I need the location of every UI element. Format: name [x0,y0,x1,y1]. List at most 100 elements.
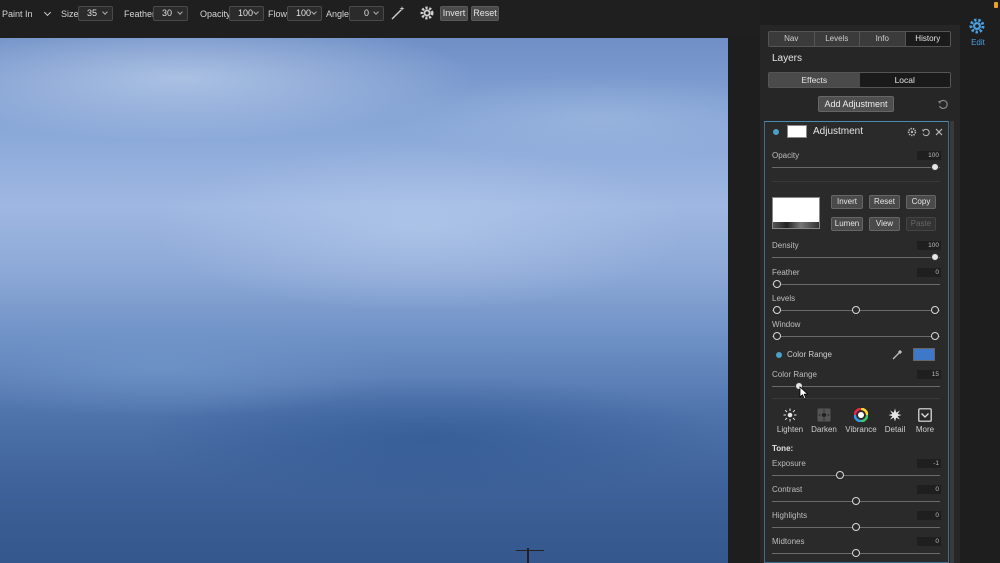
highlights-slider-handle[interactable] [852,523,860,531]
tab-history[interactable]: History [905,32,950,46]
feather-slider-handle[interactable] [773,280,781,288]
panel-tabs: Nav Levels Info History [768,31,951,47]
levels-white-handle[interactable] [931,306,939,314]
opacity-slider-track[interactable] [772,167,940,168]
notification-indicator [994,2,998,8]
color-wheel-icon [854,408,868,422]
eyedropper-icon[interactable] [891,349,903,361]
tab-nav[interactable]: Nav [769,32,815,46]
divider [772,398,940,399]
brush-wand-icon[interactable] [389,4,407,22]
sun-icon [783,408,797,422]
close-icon[interactable] [934,127,944,137]
chevron-down-icon [253,9,259,15]
mode-more[interactable]: More [908,408,942,434]
tab-levels[interactable]: Levels [814,32,860,46]
mode-more-label: More [915,425,935,434]
opacity-input[interactable]: 100 [229,6,264,21]
gear-icon[interactable] [907,127,917,137]
adjustment-layer: Adjustment Opacity 100 Invert Reset Copy… [764,121,949,563]
opacity-slider-value[interactable]: 100 [917,151,941,160]
angle-label: Angle [326,9,350,19]
size-value: 35 [87,8,98,18]
feather-input[interactable]: 30 [153,6,188,21]
chevron-down-icon [311,9,317,15]
mask-copy-button[interactable]: Copy [906,195,936,209]
image-canvas[interactable] [0,38,728,563]
flow-input[interactable]: 100 [287,6,322,21]
opacity-label: Opacity [200,9,231,19]
exposure-slider-handle[interactable] [836,471,844,479]
mask-reset-button[interactable]: Reset [869,195,900,209]
mask-paste-button[interactable]: Paste [906,217,936,231]
contrast-slider-handle[interactable] [852,497,860,505]
angle-value: 0 [364,8,370,18]
mode-lighten-label: Lighten [776,425,804,434]
color-range-swatch[interactable] [913,348,935,361]
mode-lighten[interactable]: Lighten [773,408,807,434]
angle-input[interactable]: 0 [349,6,384,21]
reset-button[interactable]: Reset [471,6,499,21]
opacity-slider-label: Opacity [772,151,800,160]
divider [772,181,940,182]
edit-gear-icon[interactable] [968,17,986,35]
levels-black-handle[interactable] [773,306,781,314]
size-input[interactable]: 35 [78,6,113,21]
mask-lumen-button[interactable]: Lumen [831,217,863,231]
contrast-value[interactable]: 0 [917,485,941,494]
gear-icon[interactable] [418,4,436,22]
add-adjustment-button[interactable]: Add Adjustment [818,96,894,112]
density-slider-handle[interactable] [931,253,939,261]
window-high-handle[interactable] [931,332,939,340]
segment-effects[interactable]: Effects [769,73,860,87]
midtones-value[interactable]: 0 [917,537,941,546]
feather-slider-value[interactable]: 0 [917,268,941,277]
chevron-down-icon [373,9,379,15]
chevron-down-icon [177,9,183,15]
window-low-handle[interactable] [773,332,781,340]
flow-label: Flow [268,9,288,19]
levels-mid-handle[interactable] [852,306,860,314]
density-value[interactable]: 100 [917,241,941,250]
starburst-icon [888,408,902,422]
tab-info[interactable]: Info [860,32,906,46]
brush-mode-label: Paint In [2,9,33,19]
layers-panel: Nav Levels Info History Layers Effects L… [760,25,960,563]
opacity-value: 100 [238,8,254,18]
opacity-slider-handle[interactable] [931,163,939,171]
highlights-value[interactable]: 0 [917,511,941,520]
feather-slider-track[interactable] [772,284,940,285]
mask-thumbnail[interactable] [772,197,820,229]
density-label: Density [772,241,799,250]
segment-local[interactable]: Local [859,73,950,87]
mask-invert-button[interactable]: Invert [831,195,863,209]
color-range-slider-value[interactable]: 15 [917,370,941,379]
mode-vibrance[interactable]: Vibrance [844,408,878,434]
exposure-label: Exposure [772,459,806,468]
panel-scrollbar[interactable] [950,121,954,563]
levels-label: Levels [772,294,796,303]
midtones-slider-handle[interactable] [852,549,860,557]
mode-darken[interactable]: Darken [807,408,841,434]
layer-name: Adjustment [813,126,864,137]
midtones-label: Midtones [772,537,805,546]
invert-button[interactable]: Invert [440,6,468,21]
tone-section-title: Tone: [772,444,794,453]
density-slider-track[interactable] [772,257,940,258]
exposure-value[interactable]: -1 [917,459,941,468]
edit-label[interactable]: Edit [968,38,988,47]
window-slider-track[interactable] [772,336,940,337]
undo-icon[interactable] [937,98,949,110]
color-range-toggle[interactable] [776,352,782,358]
layer-visibility-toggle[interactable] [773,129,779,135]
mode-detail-label: Detail [884,425,906,434]
layer-thumbnail [787,125,807,138]
mask-view-button[interactable]: View [869,217,900,231]
exposure-slider-track[interactable] [772,475,940,476]
size-label: Size [61,9,79,19]
brush-mode-select[interactable]: Paint In [2,7,51,21]
contrast-label: Contrast [772,485,803,494]
more-box-icon [918,408,932,422]
reset-layer-icon[interactable] [921,127,931,137]
mode-detail[interactable]: Detail [878,408,912,434]
